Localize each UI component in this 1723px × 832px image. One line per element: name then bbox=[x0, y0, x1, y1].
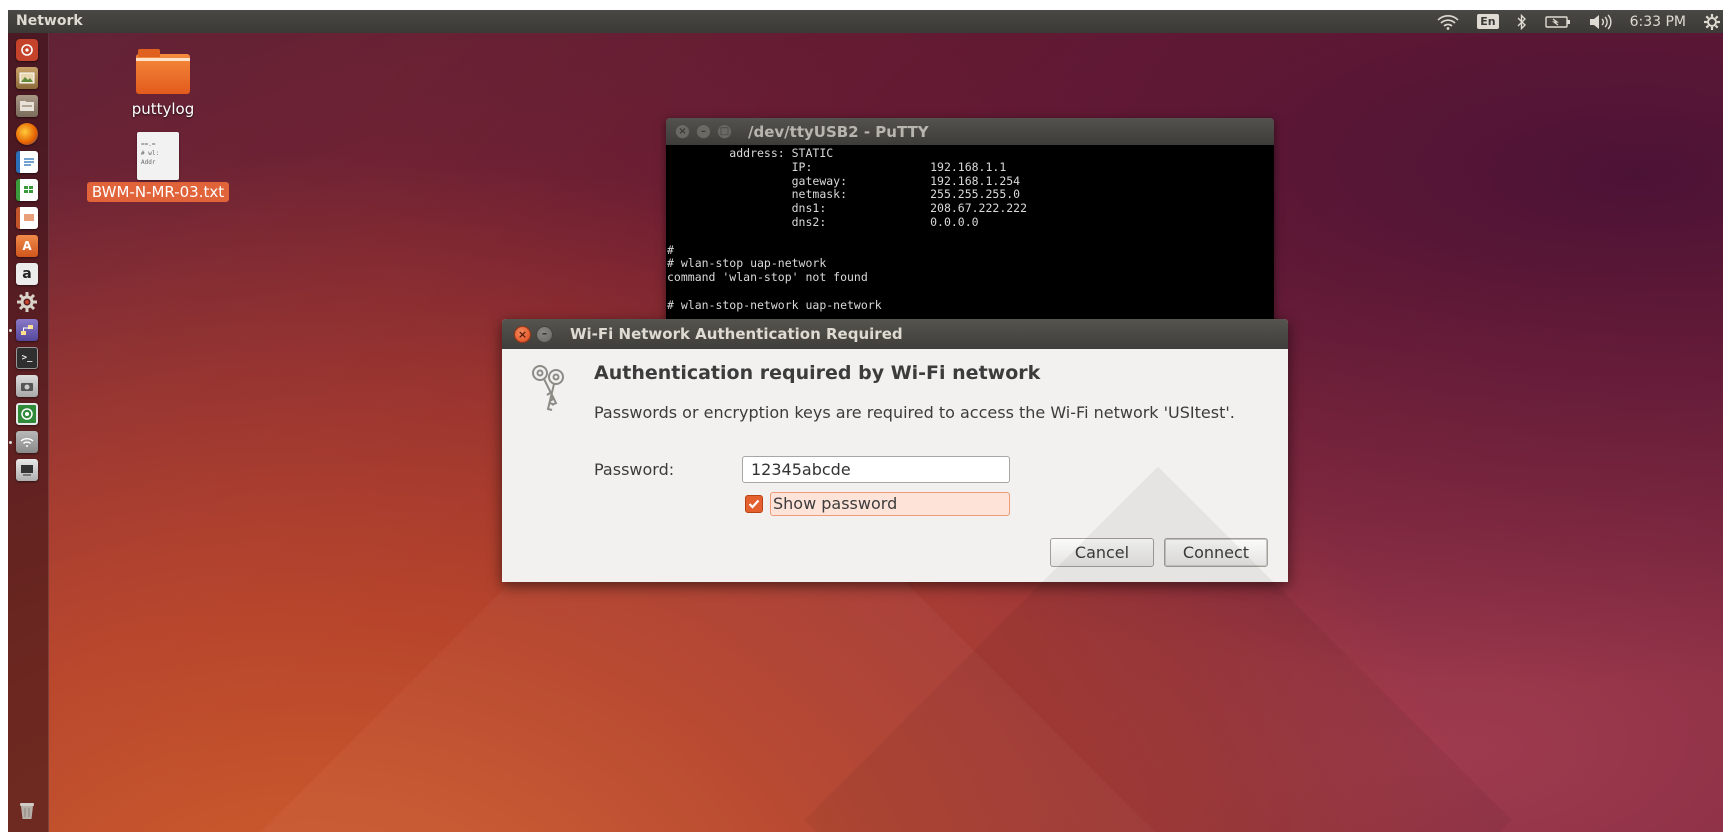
clock[interactable]: 6:33 PM bbox=[1622, 10, 1694, 33]
libreoffice-impress-icon[interactable] bbox=[16, 207, 38, 229]
dialog-minimize-button[interactable]: – bbox=[536, 326, 553, 343]
password-input[interactable] bbox=[742, 456, 1010, 483]
system-settings-icon[interactable] bbox=[16, 291, 38, 313]
active-app-name: Network bbox=[16, 13, 83, 29]
terminal-line: IP: 192.168.1.1 bbox=[667, 159, 1007, 174]
dialog-message: Passwords or encryption keys are require… bbox=[594, 403, 1235, 422]
terminal-line: # bbox=[667, 242, 674, 257]
desktop: Network En 6:33 PM A a >_ puttylog ==.= … bbox=[8, 10, 1723, 832]
volume-icon[interactable] bbox=[1580, 10, 1622, 33]
putty-titlebar[interactable]: × – □ /dev/ttyUSB2 - PuTTY bbox=[666, 118, 1274, 145]
folder-icon bbox=[136, 49, 190, 94]
dialog-title: Wi-Fi Network Authentication Required bbox=[570, 325, 903, 343]
text-file-icon: ==.= # wl: Addr bbox=[137, 132, 179, 180]
cancel-button[interactable]: Cancel bbox=[1050, 538, 1154, 567]
keyboard-layout-indicator[interactable]: En bbox=[1468, 10, 1507, 33]
connect-button[interactable]: Connect bbox=[1164, 538, 1268, 567]
terminal-line: dns2: 0.0.0.0 bbox=[667, 214, 979, 229]
wifi-auth-dialog: × – Wi-Fi Network Authentication Require… bbox=[502, 319, 1288, 582]
show-password-checkbox[interactable] bbox=[745, 495, 763, 513]
gear-icon[interactable] bbox=[1694, 10, 1723, 33]
terminal-line: # wlan-stop-network uap-network bbox=[667, 297, 882, 312]
software-center-icon[interactable]: A bbox=[16, 235, 38, 257]
dialog-titlebar[interactable]: × – Wi-Fi Network Authentication Require… bbox=[502, 319, 1288, 349]
keyboard-layout-label: En bbox=[1477, 14, 1499, 29]
desktop-icon-label: BWM-N-MR-03.txt bbox=[86, 182, 230, 202]
show-password-label[interactable]: Show password bbox=[770, 492, 1010, 516]
putty-maximize-button[interactable]: □ bbox=[717, 124, 732, 139]
amazon-icon[interactable]: a bbox=[16, 263, 38, 285]
putty-icon[interactable] bbox=[16, 459, 38, 481]
terminal-line: command 'wlan-stop' not found bbox=[667, 270, 868, 285]
firefox-icon[interactable] bbox=[16, 123, 38, 145]
cheese-icon[interactable] bbox=[16, 403, 38, 425]
putty-close-button[interactable]: × bbox=[675, 124, 690, 139]
putty-minimize-button[interactable]: – bbox=[696, 124, 711, 139]
running-indicator bbox=[9, 329, 12, 332]
running-indicator bbox=[9, 441, 12, 444]
desktop-icon-puttylog[interactable]: puttylog bbox=[108, 49, 218, 118]
bluetooth-icon[interactable] bbox=[1508, 10, 1536, 33]
terminal-line: # wlan-stop uap-network bbox=[667, 256, 827, 271]
libreoffice-calc-icon[interactable] bbox=[16, 179, 38, 201]
password-label: Password: bbox=[594, 460, 675, 479]
putty-window-title: /dev/ttyUSB2 - PuTTY bbox=[748, 123, 929, 141]
terminal-line: dns1: 208.67.222.222 bbox=[667, 201, 1028, 216]
top-panel: Network En 6:33 PM bbox=[8, 10, 1723, 33]
keys-icon bbox=[526, 363, 572, 417]
terminal-line: gateway: 192.168.1.254 bbox=[667, 173, 1021, 188]
indicator-area: En 6:33 PM bbox=[1428, 10, 1723, 33]
terminal-line: netmask: 255.255.255.0 bbox=[667, 187, 1021, 202]
trash-icon[interactable] bbox=[16, 799, 38, 821]
launcher: A a >_ bbox=[8, 33, 49, 832]
image-viewer-icon[interactable] bbox=[16, 67, 38, 89]
file-manager-icon[interactable] bbox=[16, 95, 38, 117]
screenshot-icon[interactable] bbox=[16, 375, 38, 397]
battery-icon[interactable] bbox=[1536, 10, 1580, 33]
terminal-line: address: STATIC bbox=[667, 146, 834, 160]
wifi-icon[interactable] bbox=[1428, 10, 1468, 33]
desktop-icon-text-file[interactable]: ==.= # wl: Addr BWM-N-MR-03.txt bbox=[78, 132, 238, 202]
dialog-close-button[interactable]: × bbox=[514, 326, 531, 343]
libreoffice-writer-icon[interactable] bbox=[16, 151, 38, 173]
network-manager-icon[interactable] bbox=[16, 431, 38, 453]
network-tool-icon[interactable] bbox=[16, 319, 38, 341]
terminal-icon[interactable]: >_ bbox=[16, 347, 38, 369]
desktop-icon-label: puttylog bbox=[131, 100, 195, 118]
dialog-heading: Authentication required by Wi-Fi network bbox=[594, 362, 1041, 384]
dash-home-icon[interactable] bbox=[16, 39, 38, 61]
